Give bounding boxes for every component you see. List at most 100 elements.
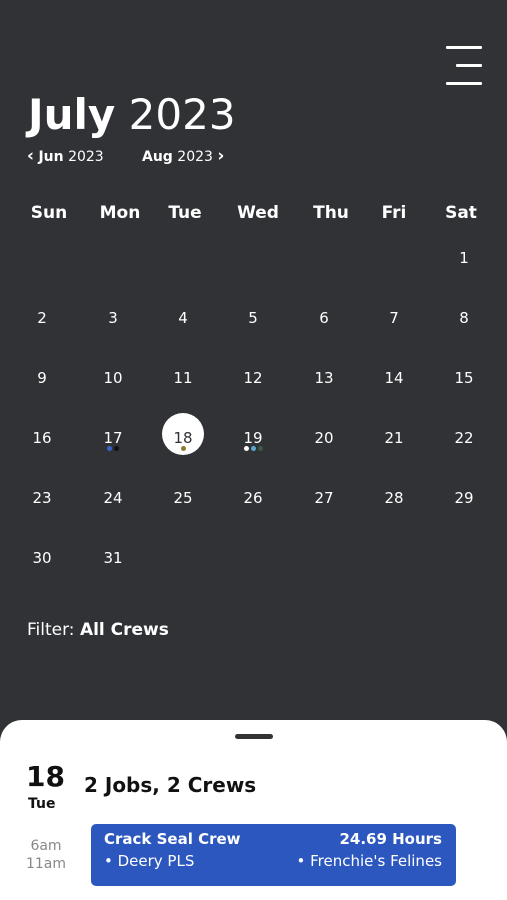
chevron-left-icon: ‹ <box>27 146 35 166</box>
day-number: 24 <box>103 489 123 507</box>
day-cell[interactable]: 27 <box>302 478 346 518</box>
weekday-mon: Mon <box>99 203 141 223</box>
event-dot <box>180 446 186 451</box>
day-number: 7 <box>389 309 399 327</box>
day-number: 3 <box>108 309 118 327</box>
day-number: 1 <box>459 249 469 267</box>
day-number: 29 <box>454 489 474 507</box>
job-hours: 24.69 Hours <box>339 830 442 848</box>
day-number: 27 <box>314 489 334 507</box>
day-number: 23 <box>32 489 52 507</box>
day-cell[interactable]: 15 <box>442 358 486 398</box>
day-cell[interactable]: 22 <box>442 418 486 458</box>
day-number: 15 <box>454 369 474 387</box>
month-name: July <box>28 90 116 139</box>
day-cell[interactable]: 24 <box>91 478 135 518</box>
event-dot <box>257 446 263 451</box>
day-cell[interactable]: 13 <box>302 358 346 398</box>
job-time-range: 6am 11am <box>24 837 68 873</box>
day-cell[interactable]: 23 <box>20 478 64 518</box>
calendar-app: July 2023 ‹ Jun 2023 Aug 2023 › Sun Mon … <box>0 0 507 900</box>
event-dot <box>250 446 256 451</box>
day-number: 26 <box>243 489 263 507</box>
day-cell[interactable]: 10 <box>91 358 135 398</box>
event-dots <box>161 446 205 451</box>
job-customer: • Deery PLS <box>104 852 195 870</box>
prev-year-label: 2023 <box>68 149 104 165</box>
sheet-drag-handle[interactable] <box>235 734 273 739</box>
day-cell[interactable]: 4 <box>161 298 205 338</box>
weekday-sun: Sun <box>30 203 68 223</box>
day-number: 30 <box>32 549 52 567</box>
day-cell[interactable]: 30 <box>20 538 64 578</box>
day-cell[interactable]: 29 <box>442 478 486 518</box>
day-number: 4 <box>178 309 188 327</box>
day-cell[interactable]: 6 <box>302 298 346 338</box>
day-number: 11 <box>173 369 193 387</box>
day-cell[interactable]: 5 <box>231 298 275 338</box>
day-cell[interactable]: 1 <box>442 238 486 278</box>
day-cell[interactable]: 17 <box>91 418 135 458</box>
day-number: 10 <box>103 369 123 387</box>
day-number: 12 <box>243 369 263 387</box>
month-title: July 2023 <box>28 88 236 142</box>
day-cell[interactable]: 16 <box>20 418 64 458</box>
weekday-tue: Tue <box>168 203 202 223</box>
filter-label: Filter: <box>27 620 75 640</box>
day-cell[interactable]: 18 <box>161 413 205 458</box>
event-dot <box>114 446 119 451</box>
day-cell[interactable]: 31 <box>91 538 135 578</box>
job-crew-name: Crack Seal Crew <box>104 830 241 848</box>
day-number: 2 <box>37 309 47 327</box>
day-number: 31 <box>103 549 123 567</box>
event-dots <box>91 446 135 451</box>
day-number: 25 <box>173 489 193 507</box>
job-end-time: 11am <box>25 856 67 872</box>
day-cell[interactable]: 12 <box>231 358 275 398</box>
day-number: 16 <box>32 429 52 447</box>
next-month-button[interactable]: Aug 2023 › <box>142 146 224 167</box>
weekday-thu: Thu <box>313 203 349 223</box>
event-dot <box>107 446 112 451</box>
day-cell[interactable]: 11 <box>161 358 205 398</box>
filter-value: All Crews <box>79 620 169 640</box>
day-number: 28 <box>384 489 404 507</box>
day-cell[interactable]: 14 <box>372 358 416 398</box>
jobs-summary: 2 Jobs, 2 Crews <box>84 773 257 797</box>
day-cell[interactable]: 20 <box>302 418 346 458</box>
sheet-day-number: 18 <box>26 760 65 793</box>
month-year: 2023 <box>128 90 236 139</box>
sheet-weekday: Tue <box>28 796 56 812</box>
chevron-right-icon: › <box>217 146 225 166</box>
day-cell[interactable]: 19 <box>231 418 275 458</box>
day-number: 13 <box>314 369 334 387</box>
day-cell[interactable]: 8 <box>442 298 486 338</box>
day-number: 5 <box>248 309 258 327</box>
day-number: 21 <box>384 429 404 447</box>
weekday-fri: Fri <box>381 203 407 223</box>
crew-filter[interactable]: Filter: All Crews <box>27 618 169 642</box>
prev-month-label: Jun <box>38 149 64 165</box>
day-cell[interactable]: 26 <box>231 478 275 518</box>
day-cell[interactable]: 28 <box>372 478 416 518</box>
weekday-sat: Sat <box>445 203 477 223</box>
day-cell[interactable]: 9 <box>20 358 64 398</box>
job-card[interactable]: Crack Seal Crew 24.69 Hours • Deery PLS … <box>91 824 456 886</box>
event-dot <box>243 446 249 451</box>
hamburger-menu-icon[interactable] <box>444 46 482 86</box>
day-number: 14 <box>384 369 404 387</box>
event-dots <box>231 446 275 451</box>
day-number: 20 <box>314 429 334 447</box>
day-cell[interactable]: 25 <box>161 478 205 518</box>
day-number: 6 <box>319 309 329 327</box>
next-year-label: 2023 <box>177 149 213 165</box>
weekday-wed: Wed <box>237 203 279 223</box>
day-detail-sheet: 18 Tue 2 Jobs, 2 Crews 6am 11am Crack Se… <box>0 720 507 900</box>
job-start-time: 6am <box>30 838 62 854</box>
day-cell[interactable]: 21 <box>372 418 416 458</box>
day-number: 9 <box>37 369 47 387</box>
day-cell[interactable]: 3 <box>91 298 135 338</box>
day-cell[interactable]: 7 <box>372 298 416 338</box>
prev-month-button[interactable]: ‹ Jun 2023 <box>27 146 104 167</box>
day-cell[interactable]: 2 <box>20 298 64 338</box>
